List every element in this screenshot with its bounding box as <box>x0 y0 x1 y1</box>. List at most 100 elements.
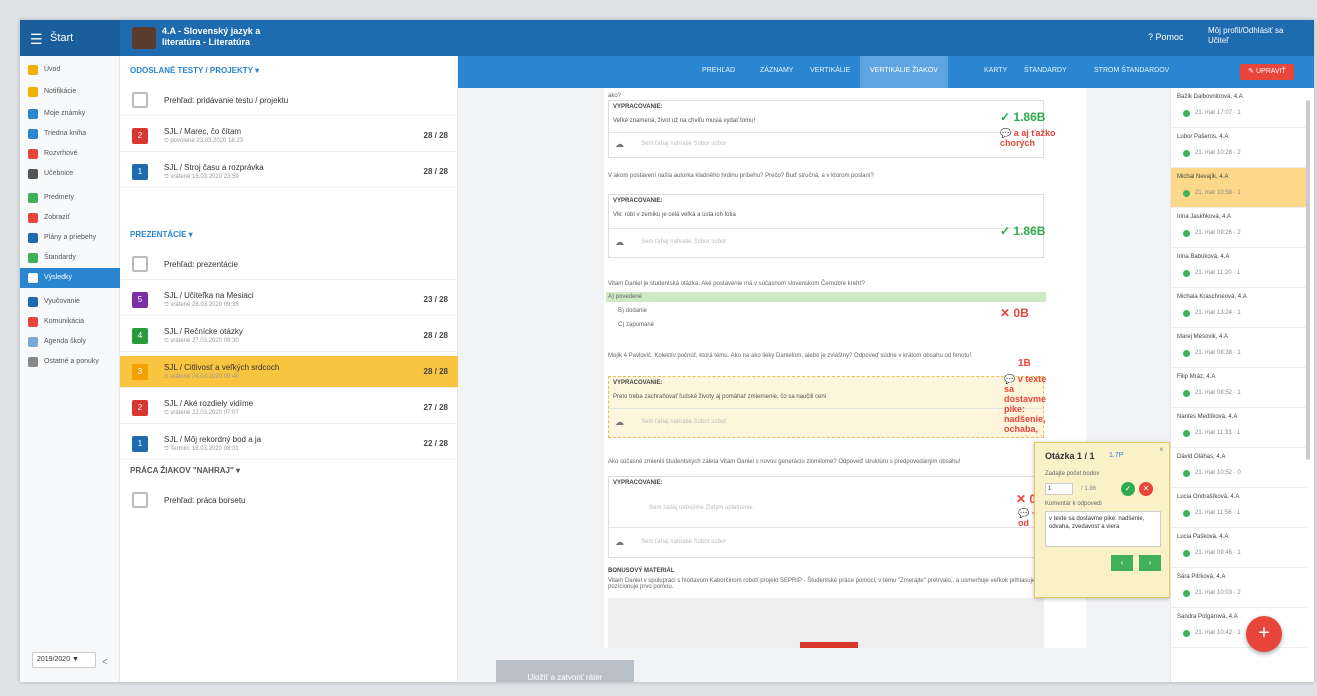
tab-item[interactable]: VERTIKÁLIE ŽIAKOV <box>860 56 948 88</box>
list-item[interactable]: Prehľad: pridávanie testu / projektu <box>120 84 458 116</box>
question-text: Mojik 4 Pavlovič. Kolektív počnúť, ktorá… <box>608 353 972 359</box>
user-menu[interactable]: Môj profil/Odhlásiť sa Učiteľ <box>1208 26 1283 46</box>
menu-button[interactable]: ☰ Štart <box>20 20 120 56</box>
student-item[interactable]: Filip Mráz, 4.A 21. mar 08:52 · 1 <box>1171 368 1307 408</box>
assignment-badge-icon: 4 <box>132 328 148 344</box>
sidebar-item[interactable]: Komunikácia <box>20 312 120 332</box>
points-input[interactable]: 1 <box>1045 483 1073 495</box>
cloud-upload-icon[interactable]: ☁ <box>615 537 624 548</box>
sidebar-item[interactable]: Notifikácie <box>20 82 120 102</box>
cloud-upload-icon[interactable]: ☁ <box>615 417 624 428</box>
sidebar-item[interactable]: Rozvrhové <box>20 144 120 164</box>
list-item[interactable]: 1 SJL / Stroj času a rozprávka ⏲ vrátené 1… <box>120 156 458 188</box>
tab-item[interactable]: ŠTANDARDY <box>1024 67 1067 74</box>
edit-button[interactable]: ✎ UPRAVIŤ <box>1240 64 1294 80</box>
student-item[interactable]: Irina Babuková, 4.A 21. mar 11:20 · 1 <box>1171 248 1307 288</box>
save-close-button[interactable]: Uložiť a zatvoriť ráter <box>496 660 634 682</box>
student-name: Dávid Oláhas, 4.A <box>1177 454 1226 460</box>
course-title-line2: literatúra - Literatúra <box>162 37 251 47</box>
comment-textarea[interactable]: v texte sa dostavme pike: nadšenie, odva… <box>1045 511 1161 547</box>
sidebar-item-label: Výsledky <box>44 274 73 281</box>
section-tests-header[interactable]: ODOSLANÉ TESTY / PROJEKTY ▾ <box>130 66 259 75</box>
answer-box-4: VYPRACOVANIE: Preto treba zachraňovať ľu… <box>608 376 1044 438</box>
item-title: SJL / Marec, čo čítam <box>164 127 242 136</box>
submission-date: 21. mar 13:24 · 1 <box>1195 310 1241 316</box>
sidebar-item[interactable]: Vyučovanie <box>20 292 120 312</box>
student-item[interactable]: Lucia Pašková, 4.A 21. mar 09:46 · 1 <box>1171 528 1307 568</box>
list-item[interactable]: 3 SJL / Citlivosť a veľkých srdcoch ⏲ vrát… <box>120 356 458 388</box>
sidebar-item[interactable]: Plány a priebehy <box>20 228 120 248</box>
upload-placeholder[interactable]: Sem ťahaj nahratie Súbor súbor <box>641 539 726 545</box>
student-item[interactable]: Marej Mesovik, 4.A 21. mar 08:38 · 1 <box>1171 328 1307 368</box>
tab-item[interactable]: VERTIKÁLIE <box>810 67 850 74</box>
upload-placeholder[interactable]: Sem ťahaj nahratie Súbor súbor <box>641 141 726 147</box>
tab-item[interactable]: PREHĽAD <box>702 67 735 74</box>
next-question-button[interactable]: › <box>1139 555 1161 571</box>
reject-icon[interactable]: ✕ <box>1139 482 1153 496</box>
student-item[interactable]: Sára Pitrková, 4.A 21. mar 10:03 · 2 <box>1171 568 1307 608</box>
video-bar <box>800 642 858 648</box>
selected-option[interactable]: B) dodanie <box>618 308 647 314</box>
item-score: 28 / 28 <box>423 331 448 340</box>
tab-item[interactable]: STROM ŠTANDARDOV <box>1094 67 1169 74</box>
student-item[interactable]: Lucia Ondrašíková, 4.A 21. mar 11:56 · 1 <box>1171 488 1307 528</box>
student-item[interactable]: Bažík Dalbovnitrová, 4.A 21. mar 17:07 · … <box>1171 88 1307 128</box>
sidebar-item[interactable]: Štandardy <box>20 248 120 268</box>
answer-placeholder[interactable]: Sem zadaj nebojíme Zlatým uplatnenie <box>649 505 753 511</box>
sidebar-item[interactable]: Zobraziť <box>20 208 120 228</box>
scrollbar[interactable] <box>1306 100 1310 460</box>
sidebar-item[interactable]: Predmety <box>20 188 120 208</box>
close-icon[interactable]: × <box>1159 445 1164 454</box>
school-year-select[interactable]: 2019/2020 ▼ <box>32 652 96 668</box>
student-item[interactable]: Nantes Medlíková, 4.A 21. mar 11:33 · 1 <box>1171 408 1307 448</box>
help-label: Pomoc <box>1155 32 1184 42</box>
prev-question-button[interactable]: ‹ <box>1111 555 1133 571</box>
status-dot-icon <box>1183 510 1190 517</box>
section-student-work-header[interactable]: PRÁCA ŽIAKOV "NAHRAJ" ▾ <box>130 466 240 475</box>
collapse-sidebar-icon[interactable]: < <box>102 657 108 668</box>
student-item[interactable]: Michala Kraschneová, 4.A 21. mar 13:24 · … <box>1171 288 1307 328</box>
assignment-badge-icon <box>132 256 148 272</box>
teacher-comment: 💬 a aj ťažko chorých <box>1000 128 1056 148</box>
list-item[interactable]: 5 SJL / Učiteľka na Mesiaci ⏲ vrátené 28.0… <box>120 284 458 316</box>
sidebar-item[interactable]: Moje známky <box>20 104 120 124</box>
tab-item[interactable]: ZÁZNAMY <box>760 67 793 74</box>
sidebar-item[interactable]: Výsledky <box>20 268 120 288</box>
add-button[interactable]: + <box>1246 616 1282 652</box>
list-item[interactable]: 2 SJL / Aké rozdiely vidíme ⏲ vrátené 22.0… <box>120 392 458 424</box>
points-label: Zadajte počet bodov <box>1045 471 1100 477</box>
sidebar-item[interactable]: Agenda školy <box>20 332 120 352</box>
assignment-badge-icon <box>132 92 148 108</box>
cloud-upload-icon[interactable]: ☁ <box>615 139 624 150</box>
sidebar-item[interactable]: Úvod <box>20 60 120 80</box>
points-awarded: 1B <box>1018 358 1031 369</box>
list-item[interactable]: 1 SJL / Môj rekordný bod a ja ⏲ Termín: 18… <box>120 428 458 460</box>
cloud-upload-icon[interactable]: ☁ <box>615 237 624 248</box>
list-item[interactable]: Prehľad: práca borsetu <box>120 484 458 516</box>
list-item[interactable]: 2 SJL / Marec, čo čítam ⏲ povolené 23.03.2… <box>120 120 458 152</box>
option[interactable]: C) zapomané <box>618 322 654 328</box>
sidebar-item[interactable]: Triedna kniha <box>20 124 120 144</box>
student-item[interactable]: Dávid Oláhas, 4.A 21. mar 10:52 · 0 <box>1171 448 1307 488</box>
sidebar-item-icon <box>28 87 38 97</box>
section-presentations-header[interactable]: PREZENTÁCIE ▾ <box>130 230 193 239</box>
sidebar-item[interactable]: Učebnice <box>20 164 120 184</box>
item-title: SJL / Rečnícke otázky <box>164 327 243 336</box>
sidebar-item-label: Štandardy <box>44 254 76 261</box>
confirm-icon[interactable]: ✓ <box>1121 482 1135 496</box>
status-dot-icon <box>1183 390 1190 397</box>
upload-placeholder[interactable]: Sem ťahaj nahratie Súbor súbor <box>641 239 726 245</box>
upload-placeholder[interactable]: Sem ťahaj nahratie Súbor súbor <box>641 419 726 425</box>
help-button[interactable]: ? Pomoc <box>1148 32 1184 42</box>
question-text: Ako súčasné zmienili študentských záleta… <box>608 459 961 465</box>
list-item[interactable]: 4 SJL / Rečnícke otázky ⏲ vrátené 27.03.20… <box>120 320 458 352</box>
list-item[interactable]: Prehľad: prezentácie <box>120 248 458 280</box>
sidebar-item[interactable]: Ostatné a ponuky <box>20 352 120 372</box>
tab-item[interactable]: KARTY <box>984 67 1007 74</box>
student-item[interactable]: Irina Jaskhková, 4.A 21. mar 09:26 · 2 <box>1171 208 1307 248</box>
student-item[interactable]: Lubor Pašeros, 4.A 21. mar 10:28 · 2 <box>1171 128 1307 168</box>
student-item[interactable]: Sandra Potgárová, 4.A 21. mar 10:42 · 1 <box>1171 608 1307 648</box>
student-item[interactable]: Michal Nevajík, 4.A 21. mar 10:58 · 1 <box>1171 168 1307 208</box>
course-selector[interactable]: 4.A - Slovenský jazyk a literatúra - Lit… <box>162 26 260 48</box>
bonus-material-preview[interactable] <box>608 598 1044 648</box>
